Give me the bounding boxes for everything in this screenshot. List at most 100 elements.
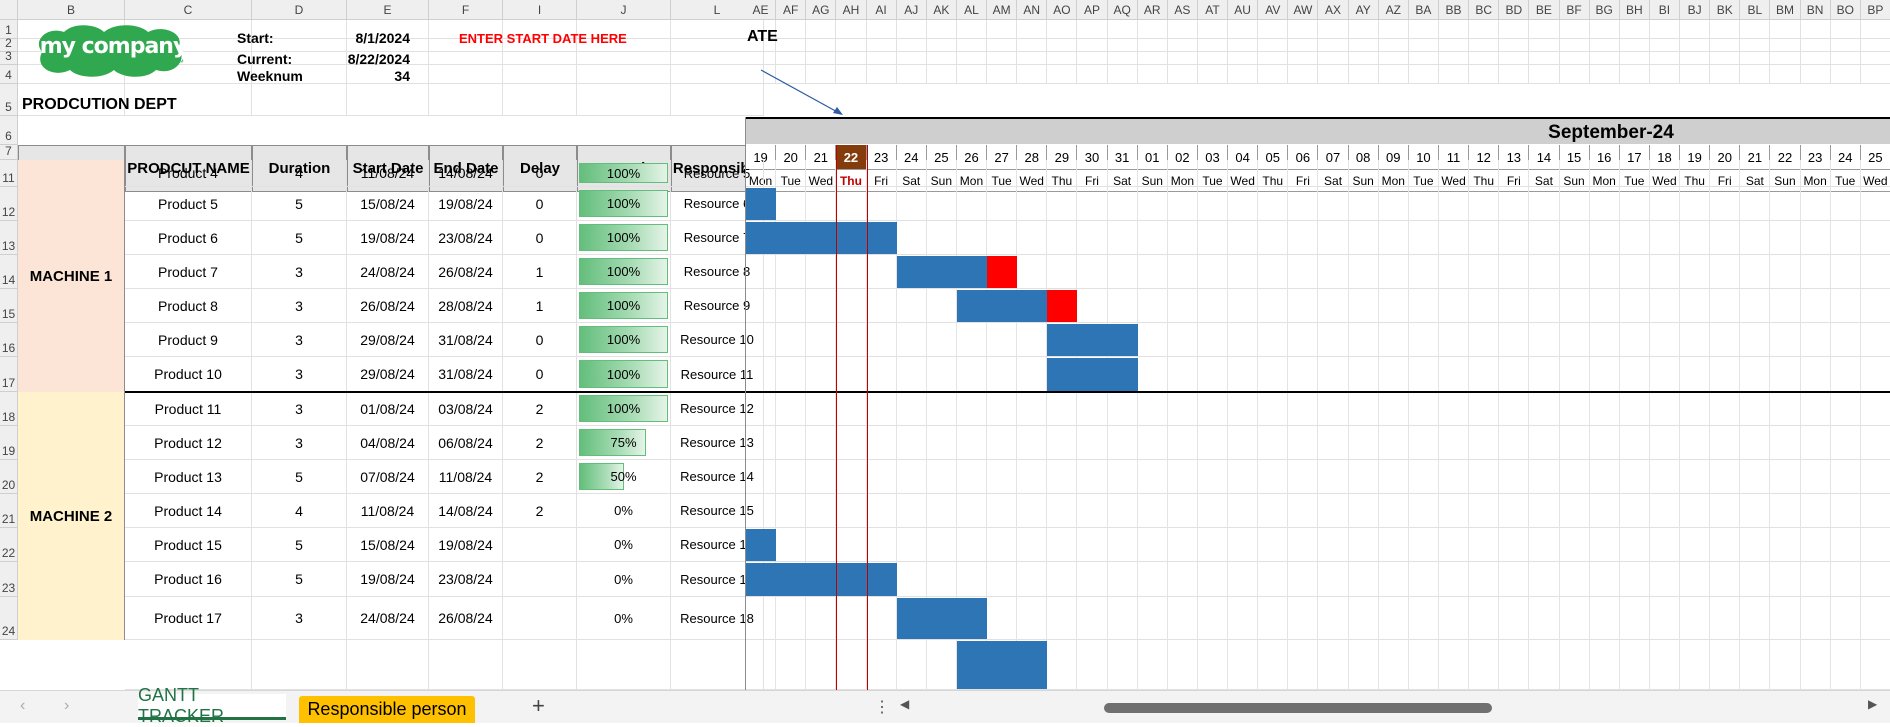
timeline-cell[interactable]	[1077, 255, 1108, 289]
column-header[interactable]: AT	[1197, 0, 1229, 20]
timeline-cell[interactable]	[1318, 597, 1349, 640]
timeline-cell[interactable]	[1348, 460, 1379, 494]
grid-cell[interactable]	[577, 84, 671, 116]
column-header[interactable]: AL	[956, 0, 988, 20]
grid-cell[interactable]	[1800, 65, 1831, 84]
timeline-cell[interactable]	[776, 392, 807, 426]
timeline-cell[interactable]	[1197, 426, 1229, 460]
timeline-cell[interactable]	[1288, 494, 1319, 528]
timeline-cell[interactable]	[1378, 160, 1409, 187]
timeline-cell[interactable]	[1017, 494, 1048, 528]
timeline-cell[interactable]	[1438, 160, 1470, 187]
grid-cell[interactable]	[836, 52, 867, 65]
more-options-icon[interactable]: ⋮	[874, 697, 890, 717]
timeline-cell[interactable]	[836, 160, 867, 187]
grid-cell[interactable]	[866, 52, 897, 65]
grid-cell[interactable]	[1469, 20, 1500, 39]
timeline-cell[interactable]	[987, 597, 1018, 640]
timeline-cell[interactable]	[1197, 562, 1229, 597]
column-header[interactable]: E	[347, 0, 429, 20]
timeline-cell[interactable]	[1348, 597, 1379, 640]
timeline-cell[interactable]	[1137, 597, 1168, 640]
timeline-cell[interactable]	[926, 392, 957, 426]
timeline-cell[interactable]	[1710, 460, 1741, 494]
timeline-cell[interactable]	[1378, 357, 1409, 392]
timeline-cell[interactable]	[956, 160, 988, 187]
timeline-cell[interactable]	[1469, 221, 1500, 255]
timeline-cell[interactable]	[1077, 640, 1108, 690]
timeline-cell[interactable]	[1589, 392, 1620, 426]
cell-duration[interactable]: 5	[252, 460, 347, 494]
timeline-cell[interactable]	[1710, 562, 1741, 597]
timeline-cell[interactable]	[1740, 460, 1771, 494]
grid-cell[interactable]	[1077, 20, 1108, 39]
cell-complete[interactable]: 100%	[577, 289, 671, 323]
timeline-cell[interactable]	[1288, 528, 1319, 562]
grid-cell[interactable]	[746, 52, 777, 65]
timeline-cell[interactable]	[1288, 597, 1319, 640]
cell-product[interactable]: Product 11	[125, 392, 252, 426]
grid-cell[interactable]	[1770, 65, 1801, 84]
timeline-cell[interactable]	[1499, 392, 1530, 426]
timeline-cell[interactable]	[1017, 392, 1048, 426]
column-header[interactable]: BP	[1860, 0, 1890, 20]
timeline-cell[interactable]	[1228, 323, 1259, 357]
timeline-cell[interactable]	[1830, 187, 1861, 221]
timeline-cell[interactable]	[746, 255, 777, 289]
timeline-cell[interactable]	[1077, 160, 1108, 187]
timeline-cell[interactable]	[1107, 221, 1138, 255]
timeline-cell[interactable]	[1680, 187, 1711, 221]
timeline-cell[interactable]	[746, 392, 777, 426]
timeline-cell[interactable]	[1619, 494, 1650, 528]
timeline-cell[interactable]	[1288, 187, 1319, 221]
timeline-cell[interactable]	[1197, 597, 1229, 640]
timeline-cell[interactable]	[1047, 460, 1078, 494]
grid-cell[interactable]	[1258, 52, 1289, 65]
timeline-cell[interactable]	[1649, 392, 1681, 426]
timeline-cell[interactable]	[1469, 640, 1500, 690]
table-row[interactable]: Product 12 3 04/08/24 06/08/24 2 75% Resource …	[0, 426, 1890, 460]
timeline-cell[interactable]	[1529, 392, 1560, 426]
timeline-cell[interactable]	[1438, 255, 1470, 289]
timeline-cell[interactable]	[1680, 640, 1711, 690]
timeline-cell[interactable]	[1770, 528, 1801, 562]
timeline-cell[interactable]	[1619, 426, 1650, 460]
timeline-cell[interactable]	[1649, 562, 1681, 597]
timeline-cell[interactable]	[836, 528, 867, 562]
grid-cell[interactable]	[1680, 65, 1711, 84]
timeline-cell[interactable]	[926, 426, 957, 460]
grid-cell[interactable]	[1860, 52, 1890, 65]
timeline-cell[interactable]	[1589, 357, 1620, 392]
cell-complete[interactable]: 50%	[577, 460, 671, 494]
grid-cell[interactable]	[1167, 20, 1198, 39]
timeline-cell[interactable]	[1860, 255, 1890, 289]
cell-end[interactable]: 14/08/24	[429, 160, 503, 187]
cell-complete[interactable]: 100%	[577, 323, 671, 357]
timeline-cell[interactable]	[746, 597, 777, 640]
gantt-bar[interactable]	[1047, 324, 1138, 356]
timeline-cell[interactable]	[1258, 392, 1289, 426]
timeline-cell[interactable]	[1348, 426, 1379, 460]
timeline-cell[interactable]	[866, 187, 897, 221]
grid-cell[interactable]	[1137, 39, 1168, 52]
cell-duration[interactable]: 3	[252, 392, 347, 426]
timeline-cell[interactable]	[836, 289, 867, 323]
timeline-cell[interactable]	[1740, 494, 1771, 528]
column-header[interactable]: BD	[1499, 0, 1530, 20]
grid-cell[interactable]	[1860, 39, 1890, 52]
column-header[interactable]: J	[577, 0, 671, 20]
cell-delay[interactable]: 0	[503, 323, 577, 357]
grid-cell[interactable]	[1438, 39, 1470, 52]
timeline-cell[interactable]	[1167, 392, 1198, 426]
column-header[interactable]: C	[125, 0, 252, 20]
cell-delay[interactable]	[503, 640, 577, 690]
grid-cell[interactable]	[956, 52, 988, 65]
timeline-cell[interactable]	[1137, 289, 1168, 323]
timeline-cell[interactable]	[1047, 528, 1078, 562]
timeline-cell[interactable]	[746, 460, 777, 494]
timeline-cell[interactable]	[896, 160, 927, 187]
timeline-cell[interactable]	[987, 528, 1018, 562]
grid-cell[interactable]	[1137, 65, 1168, 84]
timeline-cell[interactable]	[1770, 640, 1801, 690]
timeline-cell[interactable]	[1800, 289, 1831, 323]
